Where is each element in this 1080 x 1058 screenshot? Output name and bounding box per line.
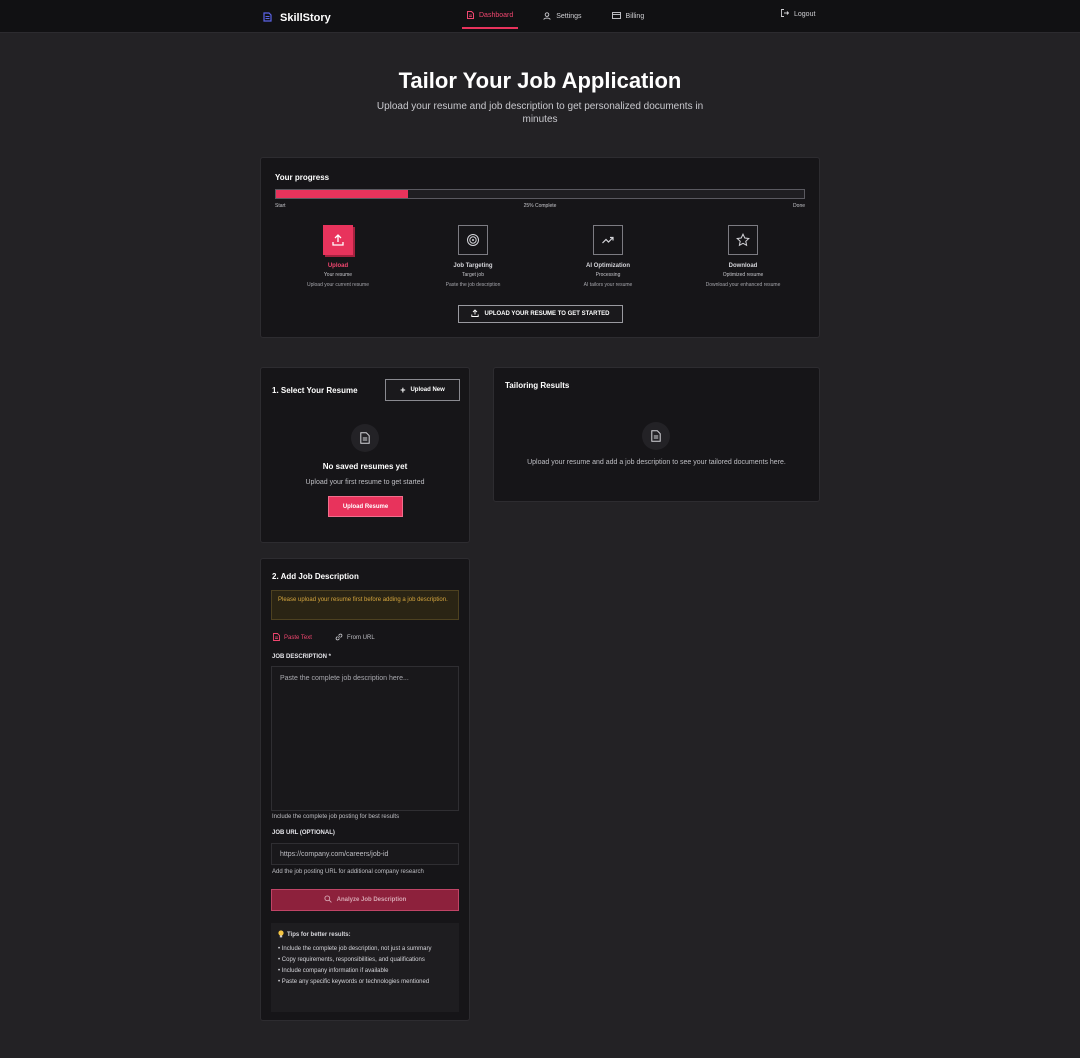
tip-item: • Include company information if availab… bbox=[278, 968, 389, 974]
tip-item: • Copy requirements, responsibilities, a… bbox=[278, 957, 425, 963]
analyze-job-label: Analyze Job Description bbox=[336, 897, 407, 903]
job-description-hint: Include the complete job posting for bes… bbox=[272, 814, 400, 820]
no-resumes-title: No saved resumes yet bbox=[322, 462, 408, 471]
job-url-label: JOB URL (OPTIONAL) bbox=[272, 830, 335, 836]
step-ai-optimization[interactable]: AI Optimization Processing AI tailors yo… bbox=[543, 225, 673, 288]
top-nav: SkillStory Dashboard Settings Billing Lo… bbox=[0, 0, 1080, 33]
nav-billing[interactable]: Billing bbox=[607, 5, 650, 29]
step-upload[interactable]: Upload Your resume Upload your current r… bbox=[273, 225, 403, 288]
job-url-input[interactable]: https://company.com/careers/job-id bbox=[271, 843, 459, 865]
step-job-targeting-name: Job Targeting bbox=[453, 263, 493, 269]
upload-new-button[interactable]: + Upload New bbox=[385, 379, 460, 401]
user-icon bbox=[543, 11, 551, 22]
upload-resume-cta-button[interactable]: UPLOAD YOUR RESUME TO GET STARTED bbox=[458, 305, 623, 323]
document-icon bbox=[273, 633, 280, 643]
upload-icon bbox=[323, 225, 353, 255]
analyze-job-button[interactable]: Analyze Job Description bbox=[271, 889, 459, 911]
link-icon bbox=[335, 633, 343, 643]
nav-billing-label: Billing bbox=[625, 13, 645, 20]
step-upload-sub: Your resume bbox=[323, 272, 353, 278]
progress-bar bbox=[275, 189, 805, 199]
step-download[interactable]: Download Optimized resume Download your … bbox=[678, 225, 808, 288]
job-description-card: 2. Add Job Description Please upload you… bbox=[260, 558, 470, 1021]
step-ai-optimization-desc: AI tailors your resume bbox=[583, 282, 633, 288]
tailoring-results-empty: Upload your resume and add a job descrip… bbox=[527, 459, 786, 466]
brand[interactable]: SkillStory bbox=[263, 9, 331, 27]
nav-dashboard[interactable]: Dashboard bbox=[462, 5, 519, 29]
target-icon bbox=[458, 225, 488, 255]
logout-icon bbox=[781, 9, 790, 19]
step-download-desc: Download your enhanced resume bbox=[705, 282, 781, 288]
step-upload-desc: Upload your current resume bbox=[307, 282, 369, 288]
tab-paste-text[interactable]: Paste Text bbox=[273, 633, 312, 643]
logo-icon bbox=[263, 9, 272, 27]
progress-title: Your progress bbox=[275, 173, 330, 182]
step-download-sub: Optimized resume bbox=[722, 272, 764, 278]
tailoring-results-card: Tailoring Results Upload your resume and… bbox=[493, 367, 820, 502]
select-resume-title: 1. Select Your Resume bbox=[272, 386, 358, 395]
upload-new-label: Upload New bbox=[410, 387, 445, 393]
nav-dashboard-label: Dashboard bbox=[479, 12, 514, 19]
file-icon bbox=[642, 422, 670, 450]
step-ai-optimization-name: AI Optimization bbox=[586, 263, 630, 269]
step-job-targeting-desc: Paste the job description bbox=[445, 282, 501, 288]
step-job-targeting[interactable]: Job Targeting Target job Paste the job d… bbox=[408, 225, 538, 288]
upload-first-warning: Please upload your resume first before a… bbox=[271, 590, 459, 620]
tab-paste-text-label: Paste Text bbox=[284, 635, 312, 641]
page-subtitle: Upload your resume and job description t… bbox=[376, 101, 704, 125]
job-description-label: JOB DESCRIPTION * bbox=[272, 654, 332, 660]
page-title: Tailor Your Job Application bbox=[398, 68, 682, 93]
progress-end-label: Done bbox=[793, 203, 805, 209]
upload-resume-button[interactable]: Upload Resume bbox=[328, 496, 403, 517]
plus-icon: + bbox=[400, 384, 406, 395]
job-description-title: 2. Add Job Description bbox=[272, 572, 359, 581]
credit-card-icon bbox=[611, 12, 621, 21]
nav-settings[interactable]: Settings bbox=[538, 5, 586, 29]
tips-title-label: Tips for better results: bbox=[287, 932, 351, 938]
upload-resume-cta-label: UPLOAD YOUR RESUME TO GET STARTED bbox=[484, 311, 610, 317]
tip-item: • Paste any specific keywords or technol… bbox=[278, 979, 430, 985]
select-resume-card: 1. Select Your Resume + Upload New No sa… bbox=[260, 367, 470, 543]
progress-bar-fill bbox=[276, 190, 408, 198]
step-job-targeting-sub: Target job bbox=[462, 272, 484, 278]
document-icon bbox=[467, 10, 474, 21]
tip-item: • Include the complete job description, … bbox=[278, 946, 432, 952]
brand-name: SkillStory bbox=[280, 12, 331, 24]
logout-button[interactable]: Logout bbox=[781, 9, 815, 19]
tab-from-url-label: From URL bbox=[347, 635, 375, 641]
nav-links: Dashboard Settings Billing bbox=[462, 0, 649, 33]
no-resumes-subtitle: Upload your first resume to get started bbox=[305, 479, 425, 486]
step-ai-optimization-sub: Processing bbox=[595, 272, 621, 278]
nav-settings-label: Settings bbox=[556, 13, 582, 20]
tailoring-results-title: Tailoring Results bbox=[505, 381, 570, 390]
step-download-name: Download bbox=[728, 263, 758, 269]
search-icon bbox=[324, 895, 332, 905]
job-description-textarea[interactable]: Paste the complete job description here.… bbox=[271, 666, 459, 811]
tips-box: Tips for better results: • Include the c… bbox=[271, 923, 459, 1012]
file-icon bbox=[351, 424, 379, 452]
upload-icon bbox=[471, 309, 480, 319]
star-icon bbox=[728, 225, 758, 255]
progress-percent-label: 25% Complete bbox=[523, 203, 557, 209]
job-url-hint: Add the job posting URL for additional c… bbox=[272, 869, 424, 875]
step-upload-name: Upload bbox=[327, 263, 349, 269]
logout-label: Logout bbox=[794, 10, 816, 18]
tips-title: Tips for better results: bbox=[278, 930, 452, 940]
trend-icon bbox=[593, 225, 623, 255]
tab-from-url[interactable]: From URL bbox=[335, 633, 375, 643]
progress-card: Your progress Start 25% Complete Done Up… bbox=[260, 157, 820, 338]
lightbulb-icon bbox=[278, 930, 284, 940]
